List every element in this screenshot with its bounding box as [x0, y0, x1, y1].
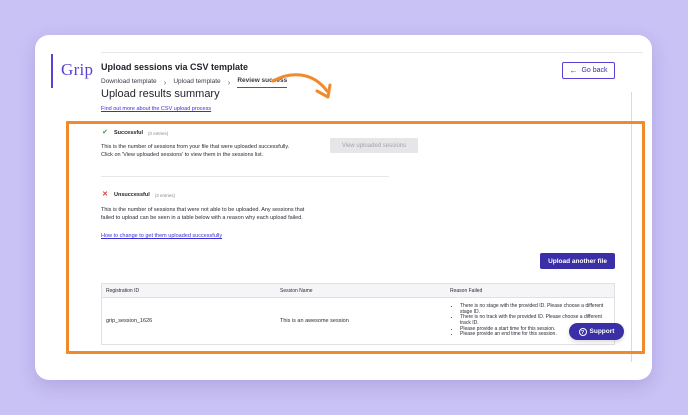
- section-divider: [101, 176, 389, 177]
- grip-logo: Grip: [61, 60, 94, 79]
- successful-count: (0 entries): [148, 130, 169, 136]
- session-name-cell: This is an awesome session: [280, 318, 349, 324]
- logo-accent-bar: [51, 54, 53, 88]
- registration-id-cell: grip_session_1626: [106, 318, 153, 324]
- unsuccessful-count: (3 entries): [154, 192, 176, 198]
- check-icon: ✔: [102, 129, 108, 136]
- support-label: Support: [589, 328, 615, 335]
- breadcrumb: Download template › Upload template › Re…: [101, 77, 288, 88]
- csv-process-link[interactable]: Find out more about the CSV upload proce…: [101, 106, 211, 112]
- header-session-name: Session Name: [280, 287, 313, 294]
- page-title: Upload sessions via CSV template: [101, 62, 249, 72]
- upload-another-file-button[interactable]: Upload another file: [540, 253, 615, 269]
- header-reason-failed: Reason Failed: [450, 287, 483, 294]
- go-back-label: Go back: [581, 67, 608, 74]
- chevron-right-icon: ›: [163, 77, 167, 87]
- unsuccessful-status: ✕ Unsuccessful (3 entries): [101, 191, 175, 199]
- curved-arrow-icon: [271, 73, 332, 99]
- section-heading: Upload results summary: [101, 88, 220, 100]
- header-registration-id: Registration ID: [106, 287, 140, 294]
- table-header: Registration ID Session Name Reason Fail…: [102, 284, 614, 298]
- unsuccessful-label: Unsuccessful: [114, 192, 150, 198]
- breadcrumb-upload-template[interactable]: Upload template: [173, 78, 220, 88]
- header-divider: [101, 52, 643, 53]
- support-button[interactable]: ? Support: [569, 323, 624, 340]
- go-back-button[interactable]: ← Go back: [562, 62, 615, 79]
- how-to-fix-link[interactable]: How to change to get them uploaded succe…: [101, 233, 222, 239]
- app-window: Grip Upload sessions via CSV template Do…: [35, 35, 652, 380]
- breadcrumb-download-template[interactable]: Download template: [101, 78, 157, 88]
- question-icon: ?: [578, 327, 587, 336]
- chevron-right-icon: ›: [227, 77, 231, 87]
- successful-label: Successful: [114, 130, 144, 136]
- view-uploaded-sessions-button[interactable]: View uploaded sessions: [330, 138, 418, 153]
- successful-status: ✔ Successful (0 entries): [101, 129, 168, 137]
- successful-description: This is the number of sessions from your…: [101, 144, 290, 158]
- arrow-left-icon: ←: [569, 65, 578, 75]
- table-row: grip_session_1626 This is an awesome ses…: [102, 298, 614, 344]
- unsuccessful-description: This is the number of sessions that were…: [101, 207, 305, 221]
- x-icon: ✕: [102, 191, 108, 198]
- failed-sessions-table: Registration ID Session Name Reason Fail…: [101, 283, 615, 345]
